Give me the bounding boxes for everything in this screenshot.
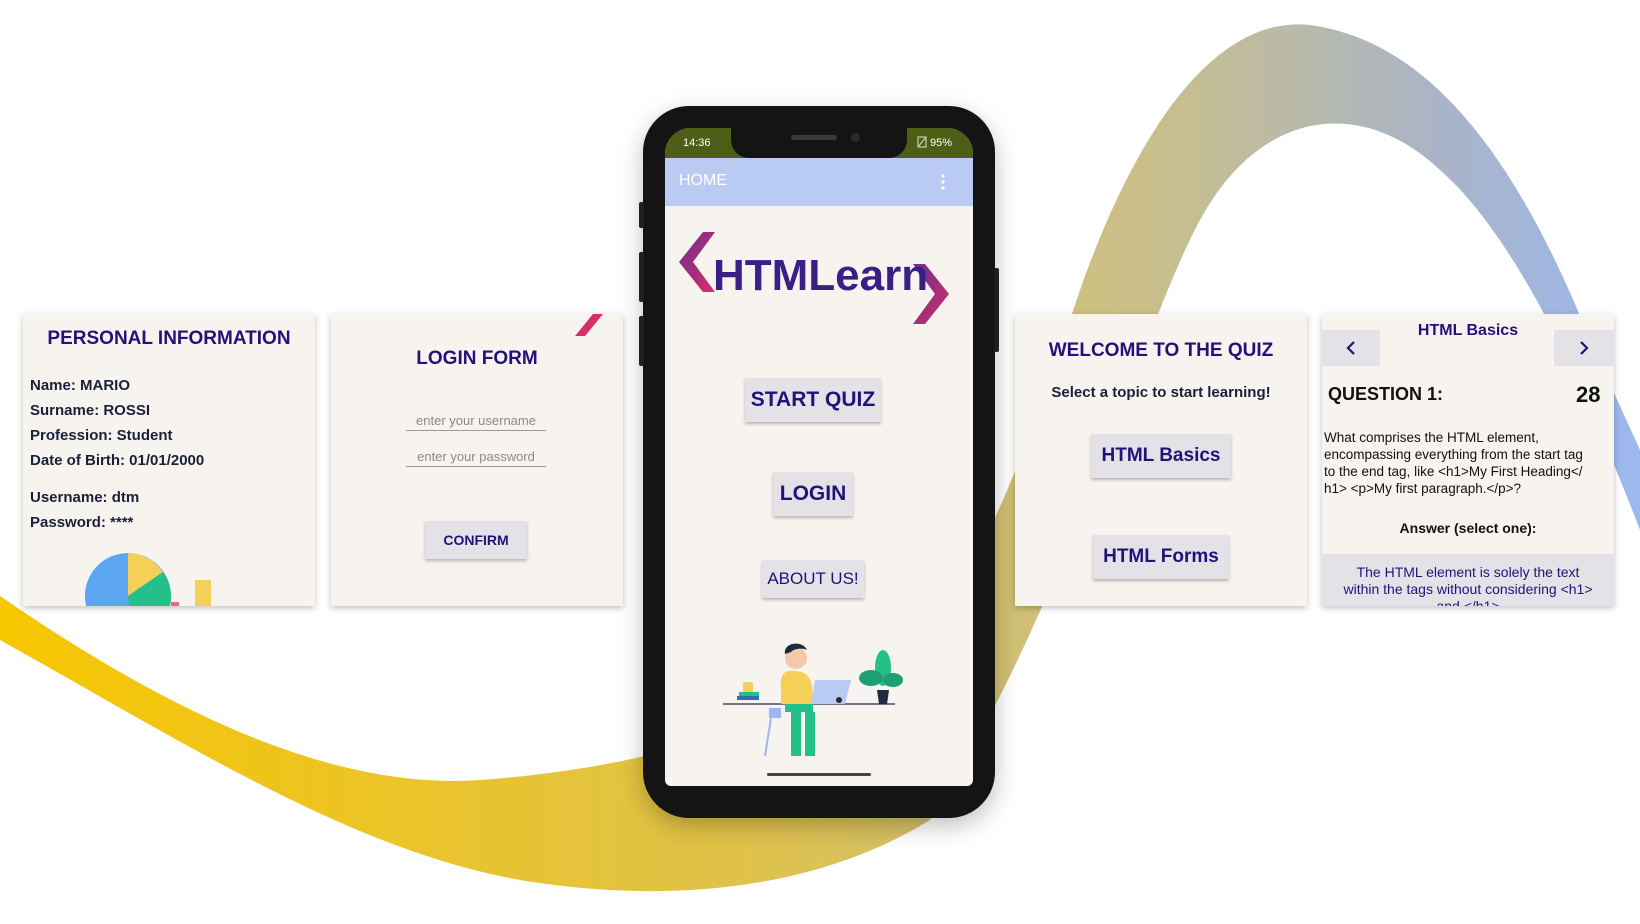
front-camera	[851, 133, 860, 142]
speaker-grille	[791, 135, 837, 140]
surname-value: Surname: ROSSI	[30, 402, 151, 419]
chevron-left-icon	[1346, 341, 1355, 355]
login-form-title: LOGIN FORM	[416, 348, 538, 369]
phone-screen: 14:36 95% HOME HTMLearn START QUIZ LOGIN…	[665, 128, 973, 786]
htmlearn-logo: HTMLearn	[679, 232, 949, 324]
status-time: 14:36	[683, 137, 711, 149]
app-bar-title: HOME	[679, 172, 727, 189]
question-label: QUESTION 1:	[1328, 384, 1444, 404]
home-indicator	[767, 773, 871, 776]
phone-notch	[731, 128, 907, 158]
pie-chart-illustration	[85, 553, 211, 606]
question-timer: 28	[1576, 382, 1601, 407]
profession-value: Profession: Student	[30, 427, 173, 444]
quiz-welcome-title: WELCOME TO THE QUIZ	[1048, 340, 1274, 361]
phone-side-button	[639, 202, 644, 228]
dob-value: Date of Birth: 01/01/2000	[30, 452, 205, 469]
answer-option[interactable]: The HTML element is solely the text with…	[1322, 554, 1614, 606]
phone-volume-up	[639, 252, 644, 302]
topic-html-basics-button[interactable]: HTML Basics	[1091, 434, 1231, 478]
app-bar: HOME	[665, 158, 973, 206]
login-button[interactable]: LOGIN	[773, 472, 853, 516]
student-laptop-illustration	[723, 643, 903, 756]
quiz-subtitle: Select a topic to start learning!	[1051, 384, 1271, 401]
question-text-line: h1> <p>My first paragraph.</p>?	[1324, 481, 1522, 496]
username-input[interactable]: enter your username	[406, 413, 546, 431]
question-text: What comprises the HTML element, encompa…	[1324, 429, 1583, 497]
password-input[interactable]: enter your password	[406, 449, 546, 467]
answer-prompt: Answer (select one):	[1399, 520, 1537, 536]
about-us-button[interactable]: ABOUT US!	[762, 560, 864, 598]
logo-text: HTMLearn	[713, 251, 928, 300]
answer-option-line: within the tags without considering <h1>	[1343, 581, 1593, 597]
password-value: Password: ****	[30, 514, 134, 531]
personal-info-card: PERSONAL INFORMATION Name: MARIO Surname…	[23, 314, 315, 606]
question-card: HTML Basics QUESTION 1: 28 What comprise…	[1322, 314, 1614, 606]
answer-option-line: The HTML element is solely the text	[1356, 564, 1580, 580]
previous-button[interactable]	[1322, 330, 1380, 366]
start-quiz-button[interactable]: START QUIZ	[745, 378, 881, 422]
personal-info-title: PERSONAL INFORMATION	[47, 328, 291, 349]
confirm-button[interactable]: CONFIRM	[425, 521, 527, 559]
question-text-line: What comprises the HTML element,	[1324, 430, 1539, 445]
overflow-menu-icon[interactable]	[937, 172, 949, 192]
status-battery: 95%	[930, 137, 953, 149]
username-value: Username: dtm	[30, 489, 140, 506]
topic-html-forms-button[interactable]: HTML Forms	[1093, 535, 1229, 579]
question-text-line: encompassing everything from the start t…	[1324, 447, 1583, 462]
quiz-welcome-card: WELCOME TO THE QUIZ Select a topic to st…	[1015, 314, 1307, 606]
question-text-line: to the end tag, like <h1>My First Headin…	[1324, 464, 1583, 479]
name-value: Name: MARIO	[30, 377, 131, 394]
logo-corner-fragment	[575, 314, 603, 336]
login-form-card: LOGIN FORM enter your username enter you…	[331, 314, 623, 606]
answer-option-line: and </h1>	[1436, 598, 1500, 606]
phone-mockup: 14:36 95% HOME HTMLearn START QUIZ LOGIN…	[639, 106, 999, 818]
phone-power-button	[994, 268, 999, 352]
no-sim-icon	[917, 136, 927, 148]
chevron-right-icon	[1580, 341, 1589, 355]
next-button[interactable]	[1554, 330, 1614, 366]
phone-volume-down	[639, 316, 644, 366]
